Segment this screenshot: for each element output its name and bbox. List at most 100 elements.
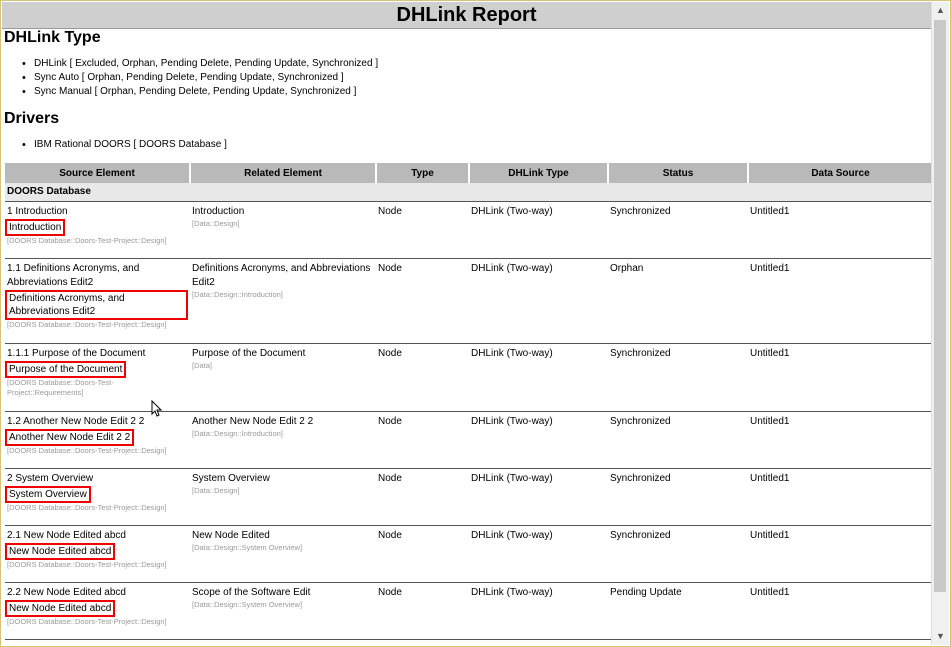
col-header-source: Source Element [5, 163, 191, 183]
source-cell: 2.2 New Node Edited abcd New Node Edited … [5, 582, 190, 640]
report-table: Source Element Related Element Type DHLi… [5, 163, 931, 640]
src-text: 2.2 New Node Edited abcd [7, 587, 126, 598]
dhlink-type-cell: DHLink (Two-way) [469, 258, 608, 344]
source-path: [DOORS Database::Doors-Test-Project::Des… [7, 446, 167, 455]
related-text: New Node Edited [192, 530, 270, 541]
related-text: System Overview [192, 473, 270, 484]
related-path: [Data] [192, 361, 213, 370]
dhlink-type-text: DHLink (Two-way) [471, 530, 553, 541]
data-source-text: Untitled1 [750, 263, 790, 274]
related-path: [Data::Design::Introduction] [192, 429, 283, 438]
status-text: Synchronized [610, 206, 671, 217]
vertical-scrollbar[interactable]: ▲ ▼ [931, 2, 949, 645]
group-row: DOORS Database [5, 183, 931, 202]
source-path: [DOORS Database::Doors-Test-Project::Des… [7, 617, 167, 626]
table-row: 1 Introduction Introduction [DOORS Databas… [5, 201, 931, 259]
type-cell: Node [376, 258, 469, 344]
table-row: 2.1 New Node Edited abcd New Node Edited … [5, 525, 931, 583]
report-window: DHLink Report DHLink Type DHLink [ Exclu… [0, 0, 951, 647]
dhlink-type-text: DHLink (Two-way) [471, 348, 553, 359]
table-row: 1.1.1 Purpose of the Document Purpose of … [5, 343, 931, 412]
highlighted-source: New Node Edited abcd [5, 600, 116, 617]
highlighted-source: Another New Node Edit 2 2 [5, 429, 135, 446]
dhlink-type-text: DHLink (Two-way) [471, 416, 553, 427]
data-source-cell: Untitled1 [748, 258, 931, 344]
status-cell: Synchronized [608, 343, 748, 412]
col-header-status: Status [608, 163, 749, 183]
source-cell: 1.2 Another New Node Edit 2 2 Another New… [5, 411, 190, 469]
related-path: [Data::Design::Introduction] [192, 290, 283, 299]
related-text: Another New Node Edit 2 2 [192, 416, 314, 427]
status-cell: Synchronized [608, 411, 748, 469]
source-path: [DOORS Database::Doors-Test-Project::Req… [7, 378, 114, 397]
dhlink-type-list: DHLink [ Excluded, Orphan, Pending Delet… [22, 57, 378, 99]
related-text: Introduction [192, 206, 245, 217]
dhlink-type-cell: DHLink (Two-way) [469, 582, 608, 640]
data-source-text: Untitled1 [750, 348, 790, 359]
drivers-heading: Drivers [4, 110, 60, 127]
scroll-down-icon[interactable]: ▼ [932, 628, 949, 645]
status-text: Orphan [610, 263, 644, 274]
type-cell: Node [376, 343, 469, 412]
source-path: [DOORS Database::Doors-Test-Project::Des… [7, 236, 167, 245]
src-text: 2.1 New Node Edited abcd [7, 530, 126, 541]
table-row: 2.2 New Node Edited abcd New Node Edited … [5, 582, 931, 640]
type-cell: Node [376, 201, 469, 259]
source-path: [DOORS Database::Doors-Test-Project::Des… [7, 560, 167, 569]
type-text: Node [378, 530, 402, 541]
list-item: DHLink [ Excluded, Orphan, Pending Delet… [22, 57, 378, 71]
group-label: DOORS Database [5, 183, 931, 202]
table-row: 1.2 Another New Node Edit 2 2 Another New… [5, 411, 931, 469]
source-cell: 2.1 New Node Edited abcd New Node Edited … [5, 525, 190, 583]
source-cell: 2 System Overview System Overview [DOORS D… [5, 468, 190, 526]
related-cell: Purpose of the Document [Data] [190, 343, 376, 412]
related-cell: Another New Node Edit 2 2[Data::Design::… [190, 411, 376, 469]
dhlink-type-cell: DHLink (Two-way) [469, 201, 608, 259]
dhlink-type-cell: DHLink (Two-way) [469, 525, 608, 583]
related-text: Definitions Acronyms, and Abbreviations … [192, 263, 371, 288]
related-cell: Definitions Acronyms, and Abbreviations … [190, 258, 376, 344]
related-path: [Data::Design] [192, 219, 240, 228]
scrollbar-thumb[interactable] [934, 20, 946, 592]
src-text: 2 System Overview [7, 473, 94, 484]
source-cell: 1 Introduction Introduction [DOORS Databas… [5, 201, 190, 259]
col-header-type: Type [376, 163, 470, 183]
dhlink-type-text: DHLink (Two-way) [471, 206, 553, 217]
data-source-cell: Untitled1 [748, 343, 931, 412]
table-row: 2 System Overview System Overview [DOORS D… [5, 468, 931, 526]
dhlink-type-cell: DHLink (Two-way) [469, 411, 608, 469]
related-path: [Data::Design] [192, 486, 240, 495]
list-item: Sync Auto [ Orphan, Pending Delete, Pend… [22, 71, 378, 85]
dhlink-type-text: DHLink (Two-way) [471, 587, 553, 598]
status-text: Synchronized [610, 416, 671, 427]
highlighted-source: New Node Edited abcd [5, 543, 116, 560]
src-text: 1.1.1 Purpose of the Document [7, 348, 146, 359]
related-cell: System Overview[Data::Design] [190, 468, 376, 526]
dhlink-type-cell: DHLink (Two-way) [469, 343, 608, 412]
data-source-cell: Untitled1 [748, 468, 931, 526]
scroll-up-icon[interactable]: ▲ [932, 2, 949, 19]
dhlink-type-text: DHLink (Two-way) [471, 263, 553, 274]
source-cell: 1.1 Definitions Acronyms, and Abbreviati… [5, 258, 190, 344]
related-path: [Data::Design::System Overview] [192, 600, 303, 609]
src-text: 1.2 Another New Node Edit 2 2 [7, 416, 145, 427]
status-text: Pending Update [610, 587, 682, 598]
status-cell: Synchronized [608, 468, 748, 526]
data-source-text: Untitled1 [750, 587, 790, 598]
src-text: 1.1 Definitions Acronyms, and Abbreviati… [7, 263, 140, 288]
related-text: Purpose of the Document [192, 348, 306, 359]
status-text: Synchronized [610, 348, 671, 359]
type-text: Node [378, 348, 402, 359]
status-cell: Synchronized [608, 201, 748, 259]
mouse-cursor-icon [151, 400, 163, 417]
data-source-text: Untitled1 [750, 473, 790, 484]
highlighted-source: Introduction [5, 219, 66, 236]
highlighted-source: System Overview [5, 486, 91, 503]
data-source-cell: Untitled1 [748, 201, 931, 259]
status-cell: Pending Update [608, 582, 748, 640]
highlighted-source: Definitions Acronyms, and Abbreviations … [5, 290, 188, 320]
related-cell: Introduction[Data::Design] [190, 201, 376, 259]
type-text: Node [378, 416, 402, 427]
table-row: 1.1 Definitions Acronyms, and Abbreviati… [5, 258, 931, 344]
data-source-text: Untitled1 [750, 530, 790, 541]
